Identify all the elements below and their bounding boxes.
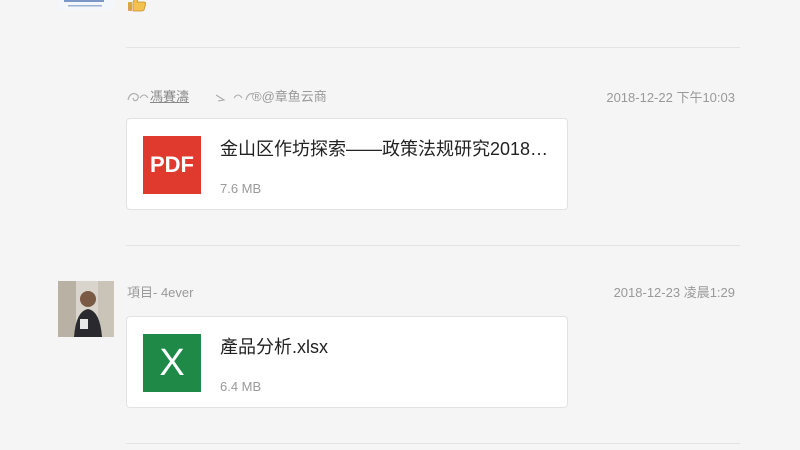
message-divider xyxy=(126,47,740,48)
avatar-image xyxy=(58,0,114,10)
avatar-image xyxy=(58,281,114,337)
file-card[interactable]: PDF 金山区作坊探索——政策法规研究20181... 7.6 MB xyxy=(126,118,568,210)
avatar[interactable] xyxy=(58,281,114,337)
message-time: 2018-12-22 下午10:03 xyxy=(606,90,735,105)
message-divider xyxy=(126,245,740,246)
file-size: 7.6 MB xyxy=(220,181,262,196)
sender-name[interactable]: 項目- 4ever xyxy=(127,282,193,301)
file-name: 產品分析.xlsx xyxy=(220,337,328,357)
file-name: 金山区作坊探索——政策法规研究20181... xyxy=(220,139,550,159)
file-type-label: X xyxy=(159,341,185,384)
file-type-label: PDF xyxy=(150,152,194,177)
file-card[interactable]: X 產品分析.xlsx 6.4 MB xyxy=(126,316,568,408)
message-divider xyxy=(126,443,740,444)
file-size: 6.4 MB xyxy=(220,379,262,394)
sender-ornament xyxy=(126,86,256,106)
sender-decor: 馮賽濤 xyxy=(150,89,190,104)
excel-icon: X xyxy=(143,334,201,392)
sender-name[interactable]: ®@章鱼云商 xyxy=(252,86,327,105)
pdf-icon: PDF xyxy=(143,136,201,194)
message-time: 2018-12-23 凌晨1:29 xyxy=(613,285,735,300)
thumbs-up-icon xyxy=(127,0,147,12)
avatar[interactable] xyxy=(58,0,114,10)
